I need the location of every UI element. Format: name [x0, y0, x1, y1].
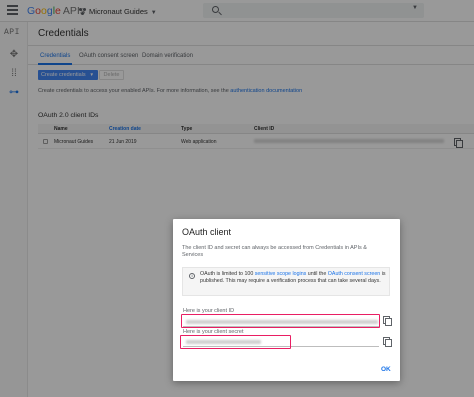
oauth-client-dialog: OAuth client The client ID and secret ca… [173, 219, 400, 381]
copy-client-id-icon[interactable] [383, 316, 392, 326]
info-icon: i [189, 273, 195, 279]
copy-client-secret-icon[interactable] [383, 337, 392, 347]
oauth-consent-screen-link[interactable]: OAuth consent screen [328, 271, 380, 277]
sensitive-scope-logins-link[interactable]: sensitive scope logins [255, 271, 307, 277]
client-id-highlight [181, 314, 380, 328]
ok-button[interactable]: OK [381, 366, 391, 373]
notice-text: OAuth is limited to 100 sensitive scope … [200, 271, 386, 284]
client-secret-highlight [180, 335, 291, 349]
dialog-description: The client ID and secret can always be a… [182, 245, 367, 258]
dialog-title: OAuth client [182, 227, 232, 237]
notice-box: i OAuth is limited to 100 sensitive scop… [182, 267, 390, 296]
